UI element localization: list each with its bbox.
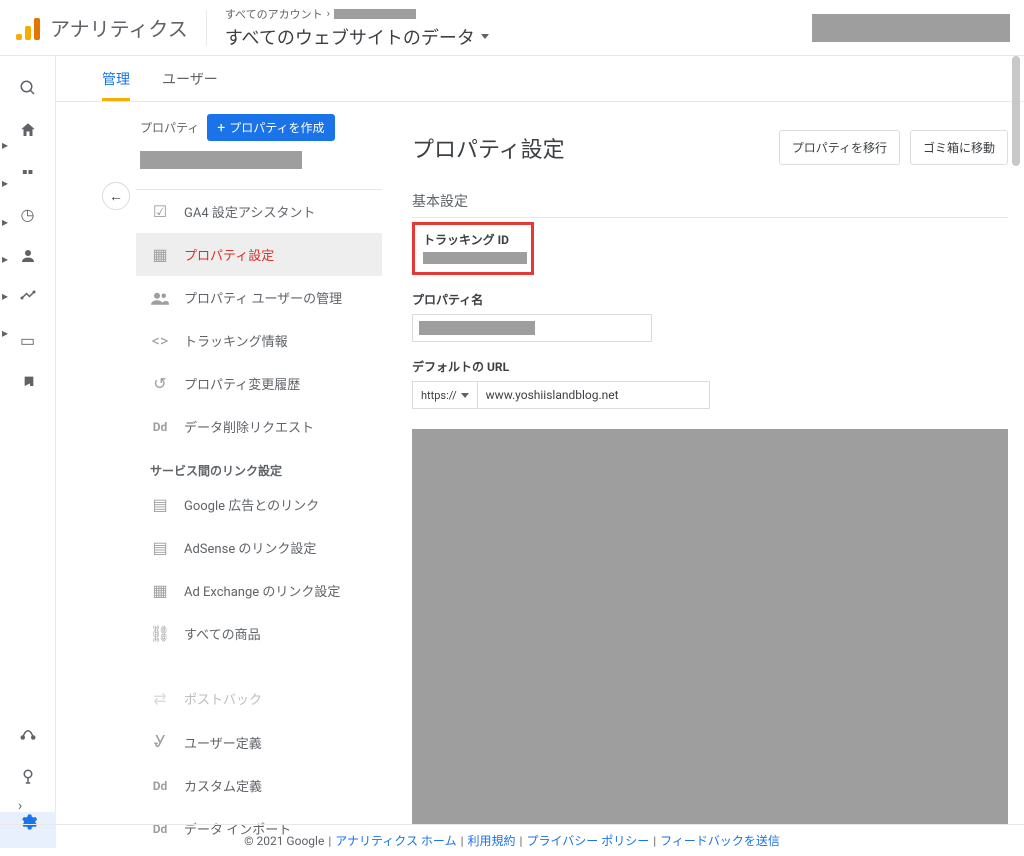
attribution-icon[interactable] bbox=[19, 724, 37, 760]
history-icon: ↺ bbox=[150, 374, 170, 393]
reports-icon[interactable]: ▪▪ bbox=[18, 162, 38, 182]
menu-custom-def[interactable]: Dd カスタム定義 bbox=[136, 764, 382, 807]
footer-link-privacy[interactable]: プライバシー ポリシー bbox=[526, 832, 649, 849]
doc-icon: ▤ bbox=[150, 495, 170, 514]
divider bbox=[206, 10, 207, 46]
app-title: アナリティクス bbox=[50, 13, 188, 42]
all-accounts-label: すべてのアカウント bbox=[225, 6, 323, 22]
content-redacted-block bbox=[412, 429, 1008, 824]
default-url-input[interactable]: www.yoshiislandblog.net bbox=[478, 381, 710, 409]
tab-users[interactable]: ユーザー bbox=[162, 56, 218, 101]
conversions-icon[interactable] bbox=[18, 372, 38, 392]
menu-ads-link[interactable]: ▤ Google 広告とのリンク bbox=[136, 483, 382, 526]
page-title: プロパティ設定 bbox=[412, 132, 565, 164]
menu-delete-request[interactable]: Dd データ削除リクエスト bbox=[136, 405, 382, 448]
menu-ga4-assistant[interactable]: ☑ GA4 設定アシスタント bbox=[136, 190, 382, 233]
tracking-id-label: トラッキング ID bbox=[423, 231, 523, 248]
menu-postback[interactable]: ⇄ ポストバック bbox=[136, 677, 382, 720]
form-area: プロパティ設定 プロパティを移行 ゴミ箱に移動 基本設定 トラッキング ID プ… bbox=[412, 102, 1024, 824]
property-name-label: プロパティ名 bbox=[412, 291, 1008, 308]
code-icon: <> bbox=[150, 331, 170, 350]
protocol-select[interactable]: https:// bbox=[412, 381, 478, 409]
property-name-input[interactable] bbox=[412, 314, 652, 342]
footer-link-home[interactable]: アナリティクス ホーム bbox=[335, 832, 456, 849]
acquisition-icon[interactable] bbox=[18, 288, 38, 308]
checkbox-icon: ☑ bbox=[150, 202, 170, 221]
users-icon bbox=[150, 291, 170, 305]
layout-icon: ▦ bbox=[150, 245, 170, 264]
user-info-redacted[interactable] bbox=[812, 14, 1010, 42]
footer-link-feedback[interactable]: フィードバックを送信 bbox=[660, 832, 780, 849]
menu-property-settings[interactable]: ▦ プロパティ設定 bbox=[136, 233, 382, 276]
content-area: 管理 ユーザー ← プロパティ + プロパティを作成 ☑ GA4 設定アシスタン… bbox=[56, 56, 1024, 824]
move-to-trash-button[interactable]: ゴミ箱に移動 bbox=[910, 130, 1008, 165]
dd-icon: Dd bbox=[150, 779, 170, 793]
search-icon[interactable] bbox=[18, 78, 38, 98]
chevron-down-icon bbox=[461, 393, 469, 398]
account-name-redacted bbox=[334, 9, 416, 19]
left-nav-rail: ▪▪ ▸ ◷ ▸ ▸ ▸ ▭ ▸ ▸ bbox=[0, 56, 56, 824]
audience-icon[interactable] bbox=[18, 246, 38, 266]
expand-rail-button[interactable]: › bbox=[18, 798, 22, 814]
collapse-column-button[interactable]: ← bbox=[102, 182, 130, 210]
tracking-id-highlight: トラッキング ID bbox=[412, 222, 534, 275]
tracking-id-value-redacted bbox=[423, 252, 527, 264]
create-property-button[interactable]: + プロパティを作成 bbox=[207, 114, 334, 141]
default-url-label: デフォルトの URL bbox=[412, 358, 1008, 375]
account-selector[interactable]: すべてのアカウント › すべてのウェブサイトのデータ bbox=[225, 6, 489, 50]
menu-adsense-link[interactable]: ▤ AdSense のリンク設定 bbox=[136, 526, 382, 569]
basic-settings-heading: 基本設定 bbox=[412, 181, 1008, 218]
admin-tabs: 管理 ユーザー bbox=[56, 56, 1024, 102]
footer-link-terms[interactable]: 利用規約 bbox=[468, 832, 516, 849]
dd-icon: Dd bbox=[150, 420, 170, 434]
view-title: すべてのウェブサイトのデータ bbox=[225, 24, 475, 50]
postback-icon: ⇄ bbox=[150, 689, 170, 708]
property-column: プロパティ + プロパティを作成 ☑ GA4 設定アシスタント ▦ プロパティ設… bbox=[136, 102, 382, 824]
menu-adexchange-link[interactable]: ▦ Ad Exchange のリンク設定 bbox=[136, 569, 382, 612]
move-property-button[interactable]: プロパティを移行 bbox=[779, 130, 900, 165]
menu-user-def[interactable]: Ꮍ ユーザー定義 bbox=[136, 720, 382, 764]
property-name-value-redacted bbox=[419, 321, 535, 335]
layout-icon: ▦ bbox=[150, 581, 170, 600]
branch-icon: Ꮍ bbox=[150, 732, 170, 752]
menu-tracking-info[interactable]: <> トラッキング情報 bbox=[136, 319, 382, 362]
property-selector-redacted[interactable] bbox=[140, 151, 302, 169]
analytics-logo-icon bbox=[16, 16, 40, 40]
footer: © 2021 Google | アナリティクス ホーム | 利用規約 | プライ… bbox=[0, 824, 1024, 856]
tab-admin[interactable]: 管理 bbox=[102, 56, 130, 101]
home-icon[interactable] bbox=[18, 120, 38, 140]
chevron-down-icon bbox=[481, 34, 489, 39]
menu-property-users[interactable]: プロパティ ユーザーの管理 bbox=[136, 276, 382, 319]
plus-icon: + bbox=[217, 121, 225, 135]
link-icon: ⛓ bbox=[150, 624, 170, 643]
property-heading: プロパティ bbox=[140, 119, 199, 136]
app-header: アナリティクス すべてのアカウント › すべてのウェブサイトのデータ bbox=[0, 0, 1024, 56]
menu-change-history[interactable]: ↺ プロパティ変更履歴 bbox=[136, 362, 382, 405]
logo-block[interactable]: アナリティクス bbox=[16, 13, 188, 42]
realtime-icon[interactable]: ◷ bbox=[18, 204, 38, 224]
property-menu: ☑ GA4 設定アシスタント ▦ プロパティ設定 プロパティ ユーザーの管理 <… bbox=[136, 190, 382, 850]
section-link-heading: サービス間のリンク設定 bbox=[136, 448, 382, 483]
copyright: © 2021 Google bbox=[244, 834, 324, 848]
behavior-icon[interactable]: ▭ bbox=[18, 330, 38, 350]
menu-all-products[interactable]: ⛓ すべての商品 bbox=[136, 612, 382, 655]
doc-icon: ▤ bbox=[150, 538, 170, 557]
scrollbar-thumb[interactable] bbox=[1012, 56, 1020, 166]
